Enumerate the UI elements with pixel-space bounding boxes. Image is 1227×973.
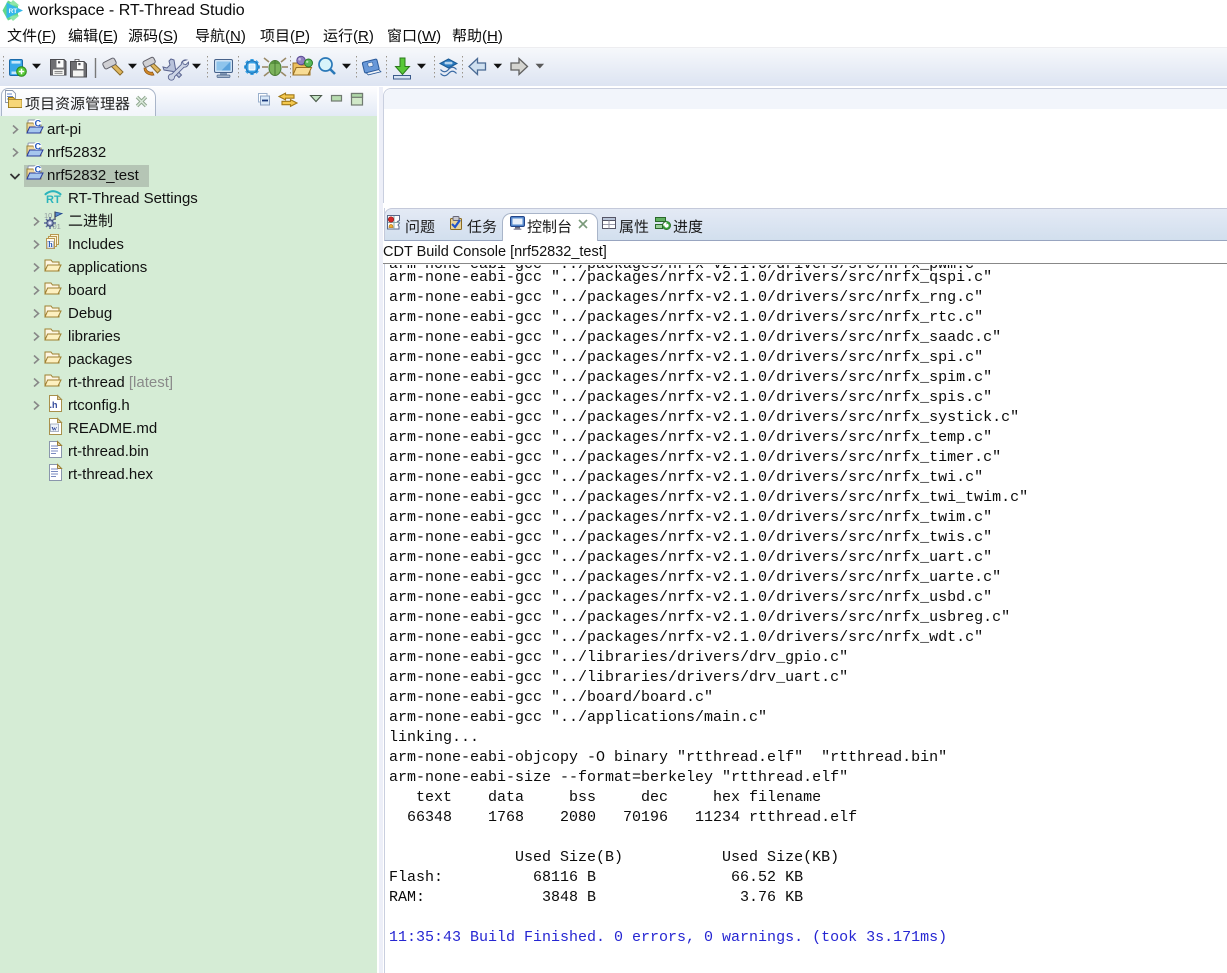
svg-text:h: h [48,240,53,249]
svg-text:01: 01 [53,222,61,231]
svg-text:w: w [52,424,58,433]
svg-text:RT: RT [46,194,61,206]
svg-text:RT: RT [9,8,18,15]
svg-text:10: 10 [44,211,52,220]
svg-text:.h: .h [50,400,58,410]
